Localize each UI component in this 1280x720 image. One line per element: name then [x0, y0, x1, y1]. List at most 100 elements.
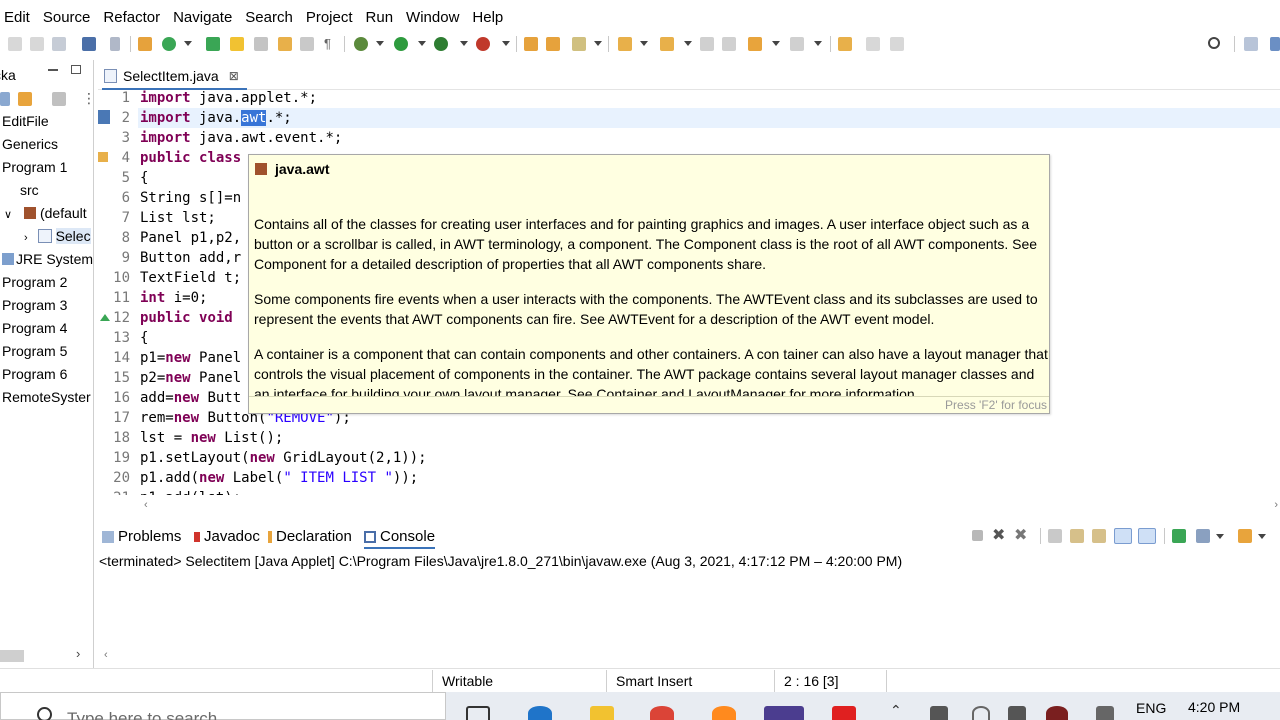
tab-javadoc[interactable]: Javadoc [194, 528, 260, 545]
clock[interactable]: 4:20 PM [1188, 699, 1240, 715]
back-icon[interactable] [748, 37, 762, 51]
block-selection-icon[interactable] [254, 37, 268, 51]
chevron-down-icon[interactable] [1258, 534, 1266, 539]
chevron-right-icon[interactable]: › [76, 646, 80, 661]
open-folder-icon[interactable] [524, 37, 538, 51]
chevron-down-icon[interactable] [184, 41, 192, 46]
open-type-icon[interactable] [278, 37, 292, 51]
view-menu-icon[interactable]: ⋮ [82, 90, 93, 107]
new-class-icon[interactable] [206, 37, 220, 51]
search-tool-icon[interactable] [572, 37, 586, 51]
chevron-down-icon[interactable] [772, 41, 780, 46]
file-explorer-icon[interactable] [590, 706, 614, 720]
word-wrap-icon[interactable] [1092, 529, 1106, 543]
open-console-icon[interactable] [1238, 529, 1252, 543]
tab-console[interactable]: Console [364, 528, 436, 549]
chevron-down-icon[interactable] [684, 41, 692, 46]
tree-item-program-6[interactable]: Program 6 [2, 363, 67, 385]
app-tray-icon[interactable] [1046, 706, 1068, 720]
package-explorer-tab[interactable]: cka [0, 60, 93, 86]
chevron-down-icon[interactable] [418, 41, 426, 46]
scroll-lock-icon[interactable] [1070, 529, 1084, 543]
pin-console-icon[interactable] [1172, 529, 1186, 543]
scroll-thumb[interactable] [0, 650, 24, 662]
chevron-down-icon[interactable]: ∨ [4, 209, 12, 221]
minimize-icon[interactable] [48, 69, 58, 71]
clear-console-icon[interactable] [1048, 529, 1062, 543]
language-indicator[interactable]: ENG [1136, 700, 1166, 716]
chevron-down-icon[interactable] [460, 41, 468, 46]
tree-item-generics[interactable]: Generics [2, 133, 58, 155]
collapse-all-icon[interactable] [0, 92, 10, 106]
close-icon[interactable]: ⊠ [229, 69, 239, 83]
menu-edit[interactable]: Edit [2, 9, 39, 26]
show-on-stderr-icon[interactable] [1138, 528, 1156, 544]
tab-problems[interactable]: Problems [102, 528, 181, 545]
forward-icon[interactable] [790, 37, 804, 51]
debug-icon[interactable] [354, 37, 368, 51]
menu-window[interactable]: Window [404, 9, 468, 26]
external-tools-icon[interactable] [476, 37, 490, 51]
print-icon[interactable] [52, 37, 66, 51]
tab-declaration[interactable]: Declaration [268, 528, 352, 545]
chevron-down-icon[interactable] [640, 41, 648, 46]
explorer-horizontal-scrollbar[interactable]: › [0, 646, 93, 666]
chevron-down-icon[interactable] [1216, 534, 1224, 539]
menu-source[interactable]: Source [41, 9, 100, 26]
search-icon[interactable] [1208, 37, 1220, 49]
remove-all-icon[interactable]: ✖ [1014, 525, 1027, 545]
next-annotation-icon[interactable] [618, 37, 632, 51]
chevron-down-icon[interactable] [376, 41, 384, 46]
wifi-icon[interactable] [972, 706, 990, 720]
chevron-left-icon[interactable]: ‹ [144, 499, 148, 511]
javadoc-hover-popup[interactable]: java.awt Contains all of the classes for… [248, 154, 1050, 414]
undo-icon[interactable] [866, 37, 880, 51]
display-console-icon[interactable] [1196, 529, 1210, 543]
remove-launch-icon[interactable]: ✖ [992, 525, 1005, 545]
tree-item-program-3[interactable]: Program 3 [2, 294, 67, 316]
run-icon[interactable] [394, 37, 408, 51]
open-task-icon[interactable] [300, 37, 314, 51]
show-whitespace-icon[interactable]: ¶ [324, 37, 338, 51]
chevron-down-icon[interactable] [502, 41, 510, 46]
java-perspective-icon[interactable] [1270, 37, 1280, 51]
pin-editor-icon[interactable] [838, 37, 852, 51]
tree-item-remotesystem[interactable]: RemoteSyster [2, 386, 91, 408]
tree-item-program-4[interactable]: Program 4 [2, 317, 67, 339]
new-package-icon[interactable] [162, 37, 176, 51]
previous-annotation-icon[interactable] [660, 37, 674, 51]
tree-item-src[interactable]: src [2, 179, 39, 201]
volume-icon[interactable] [1008, 706, 1026, 720]
save-icon[interactable] [30, 37, 44, 51]
chevron-left-icon[interactable]: ‹ [104, 649, 108, 661]
terminal-icon[interactable] [82, 37, 96, 51]
tree-item-selectitem[interactable]: › Selec [2, 225, 91, 247]
stop-icon[interactable] [972, 530, 983, 541]
eclipse-icon[interactable] [764, 706, 804, 720]
menu-help[interactable]: Help [470, 9, 512, 26]
link-with-editor-icon[interactable] [18, 92, 32, 106]
chevron-down-icon[interactable] [814, 41, 822, 46]
tree-item-program-2[interactable]: Program 2 [2, 271, 67, 293]
new-java-project-icon[interactable] [138, 37, 152, 51]
taskbar-search-box[interactable]: Type here to search [0, 692, 446, 720]
chevron-down-icon[interactable] [594, 41, 602, 46]
battery-icon[interactable] [930, 706, 948, 720]
tree-item-program-5[interactable]: Program 5 [2, 340, 67, 362]
chevron-up-icon[interactable]: ⌃ [890, 702, 902, 719]
console-output[interactable] [98, 572, 1280, 648]
maximize-icon[interactable] [71, 65, 81, 74]
show-on-stdout-icon[interactable] [1114, 528, 1132, 544]
console-horizontal-scrollbar[interactable]: ‹ [98, 648, 1280, 666]
tree-item-jre-system[interactable]: JRE System [2, 248, 93, 270]
open-file-icon[interactable] [546, 37, 560, 51]
firefox-icon[interactable] [712, 706, 736, 720]
chevron-right-icon[interactable]: › [24, 232, 28, 244]
chevron-right-icon[interactable]: › [1274, 499, 1278, 511]
acrobat-icon[interactable] [832, 706, 856, 720]
tree-item-default-package[interactable]: ∨ (default [2, 202, 87, 224]
skip-breakpoints-icon[interactable] [110, 37, 120, 51]
open-perspective-icon[interactable] [1244, 37, 1258, 51]
menu-search[interactable]: Search [243, 9, 302, 26]
mark-occurrences-icon[interactable] [230, 37, 244, 51]
